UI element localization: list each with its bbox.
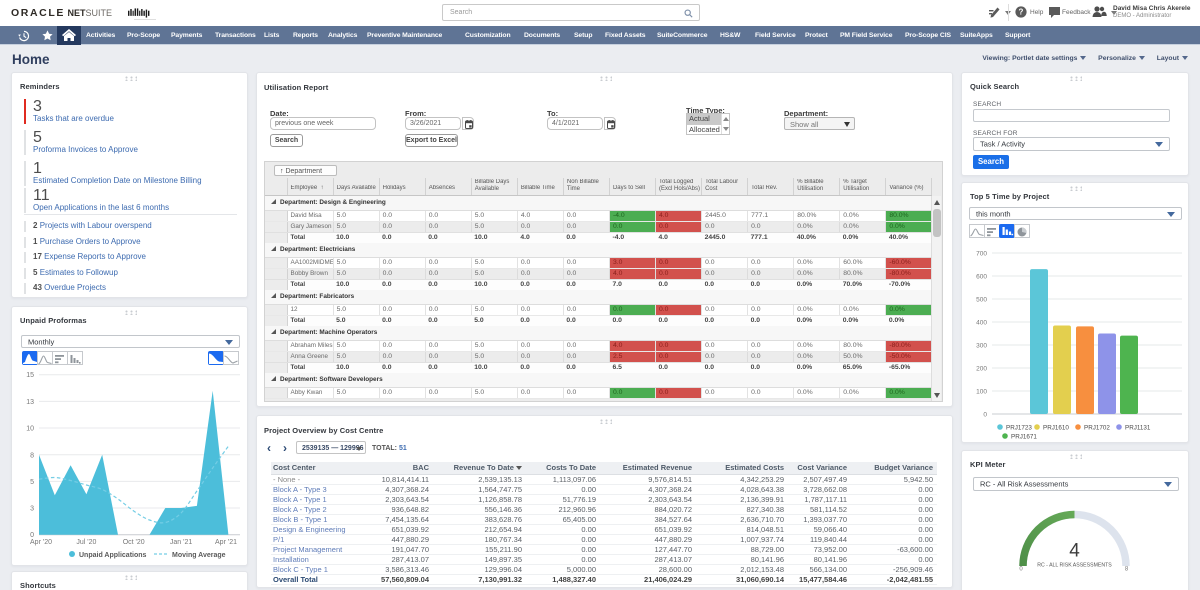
svg-text:4: 4 [1069, 541, 1080, 562]
svg-text:400: 400 [976, 319, 987, 326]
svg-text:700: 700 [976, 250, 987, 257]
svg-text:Moving Average: Moving Average [172, 552, 226, 559]
svg-text:Apr '21: Apr '21 [215, 539, 237, 546]
svg-text:PRJ1702: PRJ1702 [1084, 425, 1110, 432]
svg-text:8: 8 [1125, 567, 1129, 573]
svg-text:500: 500 [976, 296, 987, 303]
svg-text:PRJ1610: PRJ1610 [1043, 425, 1069, 432]
svg-text:200: 200 [976, 365, 987, 372]
svg-text:8: 8 [30, 452, 34, 459]
svg-text:Jul '20: Jul '20 [76, 539, 96, 546]
svg-text:PRJ1723: PRJ1723 [1006, 425, 1032, 432]
svg-text:300: 300 [976, 342, 987, 349]
svg-text:15: 15 [26, 372, 34, 379]
svg-text:Unpaid Applications: Unpaid Applications [79, 552, 147, 559]
svg-text:0: 0 [1019, 567, 1023, 573]
svg-text:PRJ1671: PRJ1671 [1011, 434, 1037, 441]
svg-text:5: 5 [30, 479, 34, 486]
svg-text:600: 600 [976, 273, 987, 280]
svg-text:0: 0 [983, 411, 987, 418]
svg-text:Oct '20: Oct '20 [123, 539, 145, 546]
svg-text:PRJ1131: PRJ1131 [1125, 425, 1151, 432]
svg-text:100: 100 [976, 388, 987, 395]
svg-text:Jan '21: Jan '21 [170, 539, 192, 546]
svg-text:3: 3 [30, 506, 34, 513]
svg-text:?: ? [1019, 8, 1024, 17]
svg-text:Apr '20: Apr '20 [30, 539, 52, 546]
svg-text:RC - ALL RISK ASSESSMENTS: RC - ALL RISK ASSESSMENTS [1037, 563, 1112, 569]
svg-text:13: 13 [26, 399, 34, 406]
svg-text:10: 10 [26, 426, 34, 433]
